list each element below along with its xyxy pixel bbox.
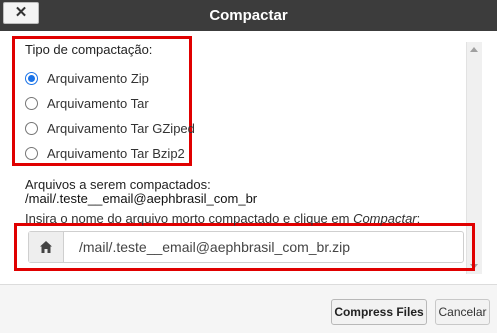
- dialog-title: Compactar: [209, 7, 288, 24]
- close-button[interactable]: ✕: [3, 2, 39, 24]
- input-addon: [29, 232, 64, 262]
- dialog-titlebar: Compactar ✕: [0, 0, 497, 31]
- instruction-action: Compactar: [353, 211, 417, 226]
- instruction-text: Insira o nome do arquivo morto compactad…: [25, 211, 420, 226]
- radio-button[interactable]: [25, 146, 38, 160]
- radio-label: Arquivamento Zip: [47, 70, 149, 86]
- files-to-compress-label: Arquivos a serem compactados:: [25, 177, 211, 192]
- archive-name-input[interactable]: /mail/.teste__email@aephbrasil_com_br.zi…: [79, 232, 350, 262]
- archive-name-field[interactable]: /mail/.teste__email@aephbrasil_com_br.zi…: [28, 231, 464, 263]
- cancel-button[interactable]: Cancelar: [435, 299, 490, 325]
- instruction-suffix: :: [416, 211, 421, 226]
- radio-label: Arquivamento Tar GZiped: [47, 120, 195, 136]
- radio-option-tar-bzip2[interactable]: Arquivamento Tar Bzip2: [25, 143, 185, 163]
- home-icon: [40, 241, 52, 253]
- radio-option-tar-gziped[interactable]: Arquivamento Tar GZiped: [25, 118, 195, 138]
- radio-option-zip[interactable]: Arquivamento Zip: [25, 68, 149, 88]
- close-icon: ✕: [14, 4, 28, 21]
- instruction-prefix: Insira o nome do arquivo morto compactad…: [25, 211, 354, 226]
- compress-files-button[interactable]: Compress Files: [331, 299, 427, 325]
- compress-dialog: Compactar ✕ Tipo de compactação: Arquiva…: [0, 0, 497, 333]
- scroll-up-arrow-icon[interactable]: [470, 47, 478, 52]
- radio-button[interactable]: [25, 121, 38, 135]
- compression-type-label: Tipo de compactação:: [25, 42, 153, 57]
- radio-option-tar[interactable]: Arquivamento Tar: [25, 93, 149, 113]
- radio-button[interactable]: [25, 71, 38, 85]
- radio-label: Arquivamento Tar Bzip2: [47, 145, 185, 161]
- radio-button[interactable]: [25, 96, 38, 110]
- files-to-compress-path: /mail/.teste__email@aephbrasil_com_br: [25, 191, 258, 206]
- radio-label: Arquivamento Tar: [47, 95, 149, 111]
